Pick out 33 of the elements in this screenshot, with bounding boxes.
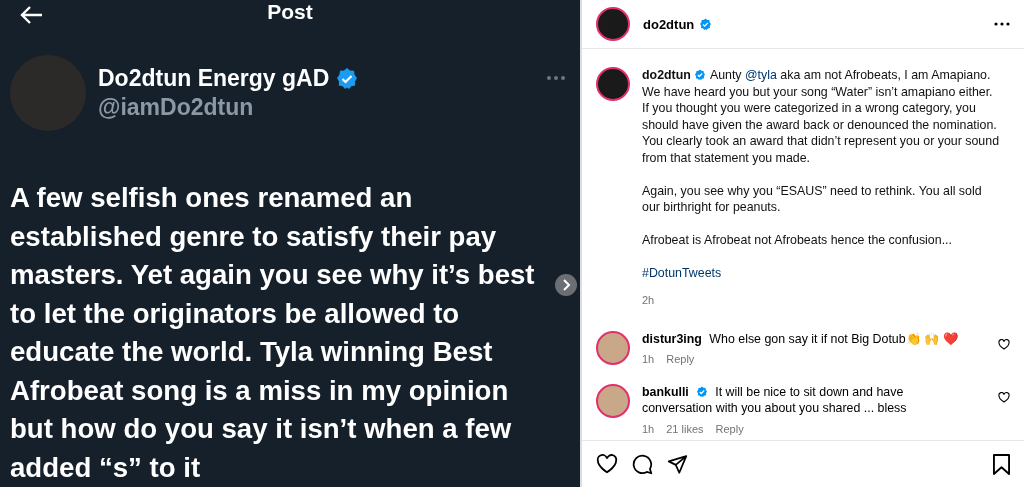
caption-text: Again, you see why you “ESAUS” need to rethink. You all sold our birthright for peanuts. (642, 182, 983, 216)
username[interactable]: distur3ing (642, 331, 702, 346)
heart-icon[interactable] (998, 338, 1010, 350)
caption-text: Afrobeat is Afrobeat not Afrobeats hence the confusion... (642, 232, 953, 249)
more-options-icon[interactable] (994, 22, 1010, 26)
share-icon[interactable] (667, 454, 688, 474)
header-title: Post (267, 0, 313, 24)
timestamp: 1h (642, 352, 655, 367)
username[interactable]: bankulli (642, 384, 689, 399)
reply-link[interactable]: Reply (666, 351, 695, 368)
post-text: A few selfish ones renamed an established genre to satisfy their pay masters. Yet again you see why it’s best to let the originators be allowed to educate the world. Tyla winning Best Afrobeat song is a miss in my opinion but how do you say it isn’t when a few added “s” to it (10, 181, 536, 485)
comment-text: distur3ing Who else gon say it if not Big Dotub👏 🙌 ❤ (642, 331, 958, 346)
comment-icon[interactable] (632, 453, 653, 475)
verified-badge-icon (695, 385, 708, 398)
display-name[interactable]: Do2dtun Energy gAD (98, 65, 330, 92)
timestamp: 1h (642, 421, 655, 437)
reply-link[interactable]: Reply (715, 420, 744, 437)
avatar[interactable] (596, 7, 630, 41)
heart-icon[interactable] (596, 454, 618, 474)
heart-icon[interactable] (998, 391, 1010, 403)
timestamp: 2h (642, 293, 656, 308)
username[interactable]: do2dtun (643, 16, 695, 32)
back-arrow-icon[interactable] (20, 5, 44, 25)
like-count[interactable]: 21 likes (666, 420, 704, 437)
avatar[interactable] (596, 67, 630, 101)
verified-badge-icon (693, 69, 706, 81)
bookmark-icon[interactable] (993, 453, 1010, 475)
comment-text: bankulli It will be nice to sit down and have conversation with you about you shared ... bless (642, 384, 907, 415)
username[interactable]: do2dtun (642, 68, 691, 82)
hashtag-link[interactable]: #DotunTweets (642, 266, 722, 280)
mention-link[interactable]: @tyla (745, 68, 777, 82)
handle[interactable]: @iamDo2dtun (98, 94, 534, 121)
caption-text: do2dtun Aunty @tyla aka am not Afrobeats, I am Amapiano. We have heard you but your song “Water” isn’t amapiano either. If you thought you were categorized in a wrong category, you should have given the award back or denounced the nomination. You clearly took an award that didn’t represent you or your sound from that statement you made. (642, 67, 1000, 166)
